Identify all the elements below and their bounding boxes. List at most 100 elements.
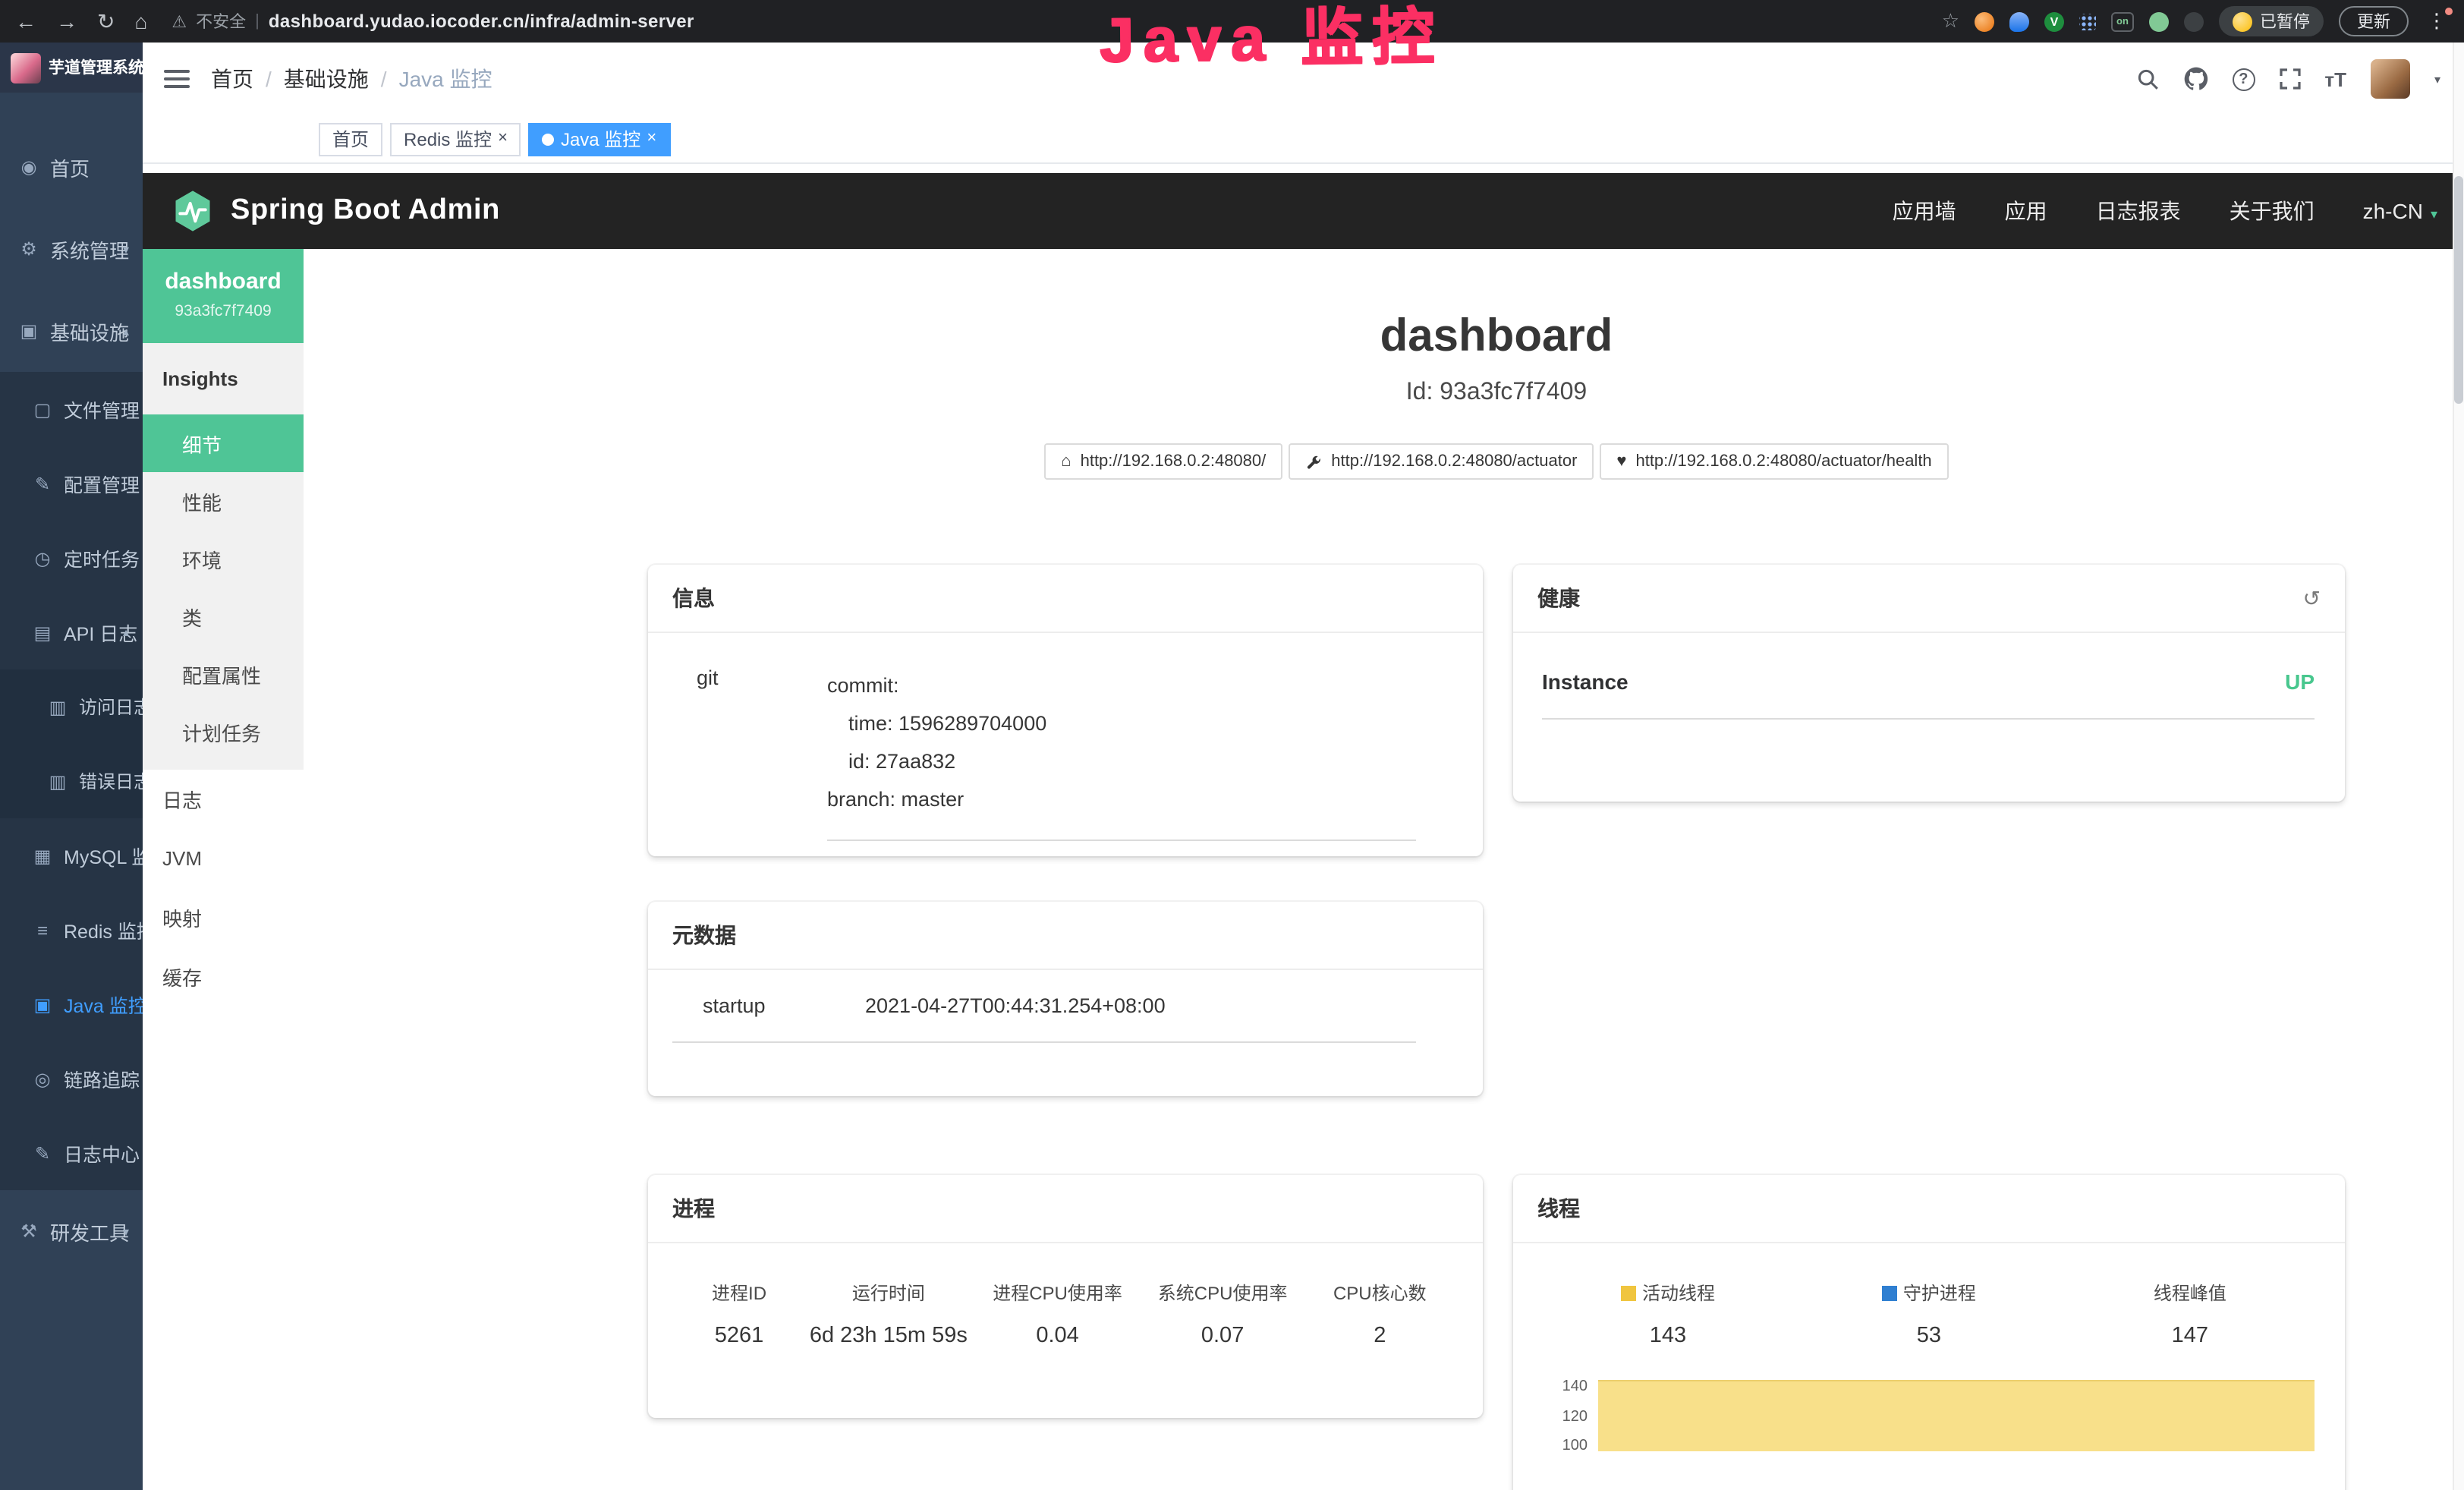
sba-menu-details[interactable]: 细节: [143, 414, 304, 472]
sidebar-item-label: 链路追踪: [64, 1064, 140, 1093]
api-log-icon: ▤: [32, 622, 53, 643]
sidebar-item-scheduled-tasks[interactable]: ◷ 定时任务: [0, 521, 143, 595]
infrastructure-icon: ▣: [18, 320, 39, 342]
sba-nav-applications[interactable]: 应用: [2005, 196, 2047, 226]
profile-paused-badge[interactable]: 已暂停: [2219, 6, 2324, 36]
history-icon[interactable]: ↺: [2303, 585, 2321, 611]
close-icon[interactable]: ×: [498, 131, 508, 147]
sba-menu-logs[interactable]: 日志: [143, 770, 304, 829]
sba-menu-classes[interactable]: 类: [143, 587, 304, 645]
github-icon[interactable]: [2183, 67, 2208, 91]
close-icon[interactable]: ×: [647, 131, 656, 147]
sidebar-item-error-logs[interactable]: ▥ 错误日志: [0, 744, 143, 818]
tab-redis-monitor[interactable]: Redis 监控 ×: [390, 122, 521, 156]
text-size-icon[interactable]: тT: [2324, 68, 2346, 90]
sba-menu-mappings[interactable]: 映射: [143, 888, 304, 947]
ext-leaf-icon[interactable]: [2149, 11, 2169, 31]
ext-green-icon[interactable]: V: [2044, 11, 2064, 31]
sidebar-item-config-manage[interactable]: ✎ 配置管理: [0, 446, 143, 521]
app-frame: 芋道管理系统 ◉ 首页 ⚙ 系统管理 ▾ ▣ 基础设施 ▴ ▢: [0, 43, 2464, 1490]
chevron-up-icon: ▴: [123, 324, 129, 338]
instance-id: 93a3fc7f7409: [155, 302, 291, 320]
sba-menu-scheduled[interactable]: 计划任务: [143, 703, 304, 761]
security-label[interactable]: 不安全: [196, 9, 246, 33]
reload-icon[interactable]: ↻: [97, 8, 115, 34]
sidebar-item-devtools[interactable]: ⚒ 研发工具 ▾: [0, 1190, 143, 1272]
metric-label: 进程ID: [672, 1280, 806, 1306]
fullscreen-icon[interactable]: [2279, 68, 2300, 90]
metric-label: 系统CPU使用率: [1144, 1280, 1301, 1306]
help-icon[interactable]: ?: [2232, 68, 2255, 90]
trace-icon: ◎: [32, 1068, 53, 1089]
sba-menu-jvm[interactable]: JVM: [143, 829, 304, 888]
instance-home-link[interactable]: ⌂ http://192.168.0.2:48080/: [1044, 443, 1282, 480]
sidebar-item-mysql-monitor[interactable]: ▦ MySQL 监控: [0, 818, 143, 893]
sba-menu-config-props[interactable]: 配置属性: [143, 645, 304, 703]
sba-nav-about[interactable]: 关于我们: [2230, 196, 2315, 226]
sidebar-item-label: 基础设施: [50, 317, 129, 345]
sba-nav-journal[interactable]: 日志报表: [2096, 196, 2181, 226]
tab-home[interactable]: 首页: [319, 122, 382, 156]
insights-group-label[interactable]: Insights: [143, 343, 304, 414]
chevron-down-icon[interactable]: ▾: [2434, 72, 2440, 86]
scrollbar-thumb[interactable]: [2454, 176, 2463, 404]
git-branch-line: branch: master: [827, 780, 1416, 818]
ext-pin-icon[interactable]: [2009, 11, 2029, 31]
back-icon[interactable]: ←: [15, 9, 36, 33]
bookmark-star-icon[interactable]: ☆: [1942, 9, 1959, 33]
legend-value: 143: [1537, 1324, 1798, 1348]
health-card: 健康 ↺ Instance UP: [1513, 565, 2345, 802]
legend-label: 线程峰值: [2154, 1280, 2226, 1306]
legend-label: 活动线程: [1642, 1280, 1715, 1306]
chevron-up-icon: ▴: [123, 625, 129, 639]
app-title: 芋道管理系统: [49, 56, 143, 79]
address-bar[interactable]: ⚠ 不安全 | dashboard.yudao.iocoder.cn/infra…: [172, 9, 1929, 33]
app-main-column: 首页 / 基础设施 / Java 监控 ? тT ▾: [143, 43, 2464, 1490]
breadcrumb-home[interactable]: 首页: [211, 64, 253, 94]
sba-menu-caches[interactable]: 缓存: [143, 947, 304, 1006]
update-button[interactable]: 更新: [2339, 6, 2409, 36]
sidebar-item-system[interactable]: ⚙ 系统管理 ▾: [0, 208, 143, 290]
error-log-icon: ▥: [47, 770, 68, 792]
ext-dark-icon[interactable]: [2184, 11, 2204, 31]
sba-brand-title[interactable]: Spring Boot Admin: [231, 194, 500, 228]
sidebar-item-trace[interactable]: ◎ 链路追踪: [0, 1041, 143, 1116]
sidebar-item-java-monitor[interactable]: ▣ Java 监控: [0, 967, 143, 1041]
instance-health-link[interactable]: ♥ http://192.168.0.2:48080/actuator/heal…: [1600, 443, 1948, 480]
sidebar-item-access-logs[interactable]: ▥ 访问日志: [0, 669, 143, 744]
app-logo[interactable]: 芋道管理系统: [0, 43, 143, 93]
metadata-row-startup: startup 2021-04-27T00:44:31.254+08:00: [672, 976, 1416, 1043]
sidebar-item-home[interactable]: ◉ 首页: [0, 126, 143, 208]
instance-actuator-link[interactable]: http://192.168.0.2:48080/actuator: [1289, 443, 1594, 480]
ext-orange-icon[interactable]: [1975, 11, 1994, 31]
sba-menu-environment[interactable]: 环境: [143, 530, 304, 587]
forward-icon[interactable]: →: [56, 9, 77, 33]
ext-grid-icon[interactable]: [2079, 13, 2096, 30]
chevron-down-icon: ▾: [123, 242, 129, 256]
ext-on-icon[interactable]: on: [2111, 11, 2134, 31]
hamburger-icon[interactable]: [164, 65, 190, 93]
sba-language-select[interactable]: zh-CN▾: [2363, 199, 2437, 223]
sba-instance-header[interactable]: dashboard 93a3fc7f7409: [143, 249, 304, 343]
threads-chart: 140 120 100: [1537, 1372, 2321, 1490]
browser-menu-icon[interactable]: ⋮: [2424, 9, 2450, 33]
sidebar-item-file-manage[interactable]: ▢ 文件管理: [0, 372, 143, 446]
search-icon[interactable]: [2136, 68, 2159, 90]
url-text[interactable]: dashboard.yudao.iocoder.cn/infra/admin-s…: [269, 11, 694, 32]
breadcrumb-infrastructure[interactable]: 基础设施: [284, 64, 369, 94]
git-commit-line: commit:: [827, 666, 1416, 704]
process-card: 进程 进程ID 5261: [648, 1175, 1483, 1418]
live-threads-swatch: [1621, 1285, 1636, 1300]
tags-bar: 首页 Redis 监控 × Java 监控 ×: [143, 115, 2464, 164]
sidebar-item-api-logs[interactable]: ▤ API 日志 ▴: [0, 595, 143, 669]
sidebar-item-redis-monitor[interactable]: ≡ Redis 监控: [0, 893, 143, 967]
tab-java-monitor[interactable]: Java 监控 ×: [529, 122, 670, 156]
health-instance-row[interactable]: Instance UP: [1542, 669, 2315, 720]
sidebar-item-log-center[interactable]: ✎ 日志中心: [0, 1116, 143, 1190]
home-icon[interactable]: ⌂: [134, 9, 147, 33]
user-avatar[interactable]: [2371, 59, 2410, 99]
sba-menu-performance[interactable]: 性能: [143, 472, 304, 530]
chart-plot-area: [1598, 1372, 2321, 1490]
sidebar-item-infrastructure[interactable]: ▣ 基础设施 ▴: [0, 290, 143, 372]
sba-nav-wall[interactable]: 应用墙: [1893, 196, 1956, 226]
